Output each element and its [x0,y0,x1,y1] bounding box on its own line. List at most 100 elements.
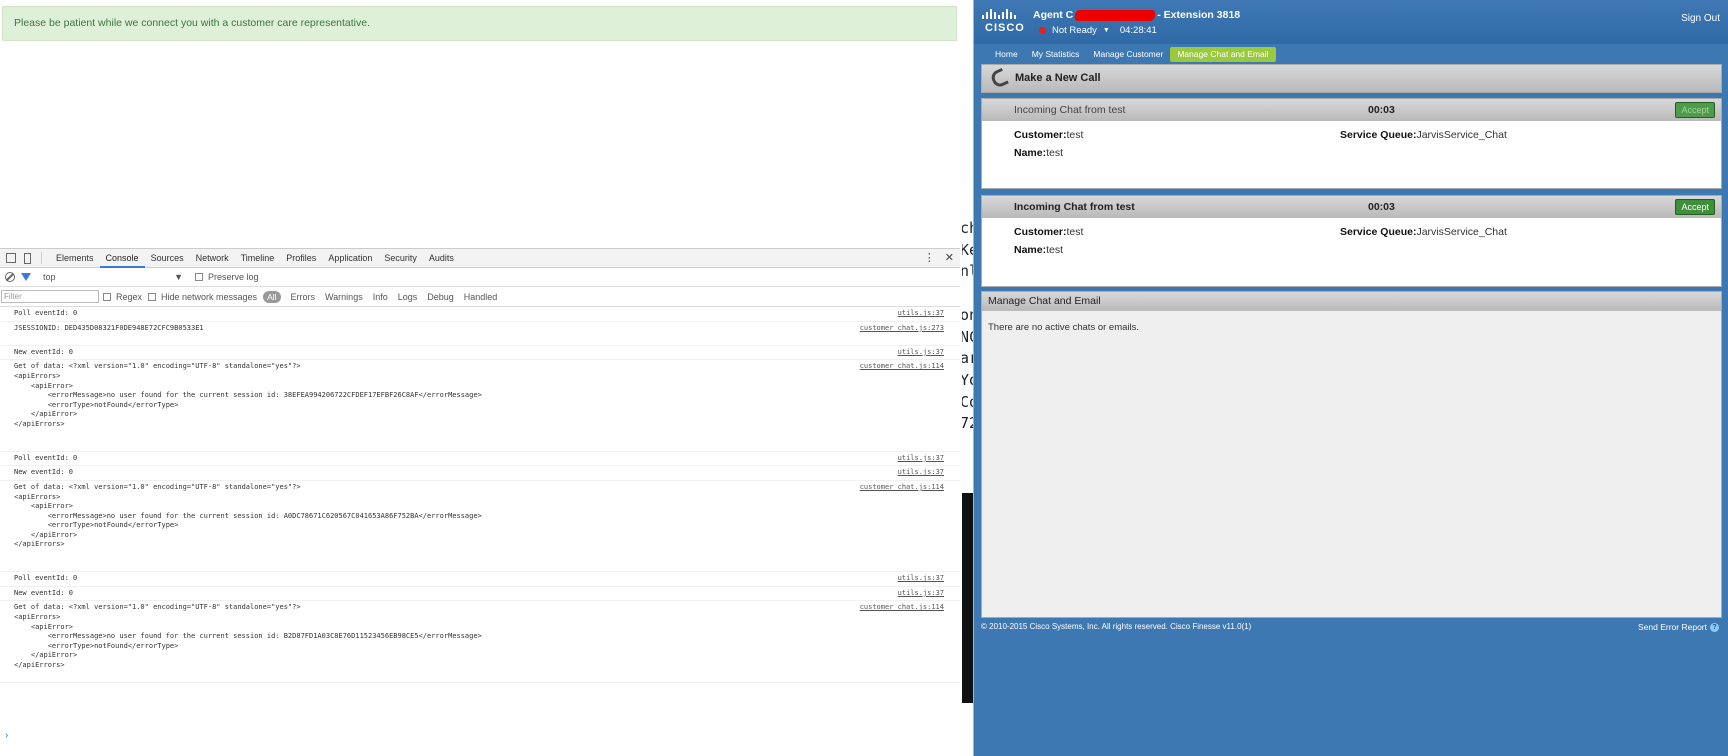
background-text: ch Ke nl on NC ar Yo Co 72 [962,218,973,435]
queue-label: Service Queue: [1340,129,1417,141]
tab-sources[interactable]: Sources [145,249,190,268]
console-message: New eventId: 0 utils.js:37 [0,587,960,602]
copyright-footer: © 2010-2015 Cisco Systems, Inc. All righ… [981,622,1252,631]
level-logs[interactable]: Logs [398,292,418,302]
nav-manage-customer[interactable]: Manage Customer [1086,47,1170,62]
device-toolbar-icon[interactable] [24,252,31,264]
source-link[interactable]: utils.js:37 [898,589,944,599]
console-messages: Poll eventId: 0 utils.js:37 JSESSIONID: DE… [0,307,960,684]
hide-network-checkbox[interactable] [148,292,157,301]
source-link[interactable]: utils.js:37 [898,454,944,464]
console-message: Get of data: <?xml version="1.0" encodin… [0,360,960,452]
agent-state: Not Ready [1052,25,1097,36]
source-link[interactable]: customer_chat.js:114 [860,603,944,613]
nav-my-statistics[interactable]: My Statistics [1025,47,1087,62]
tab-console[interactable]: Console [99,249,145,268]
inspect-icon[interactable] [6,253,16,263]
source-link[interactable]: utils.js:37 [898,468,944,478]
console-message-text: JSESSIONID: DED435D08321F0DE948E72CFC9B0… [14,323,204,332]
filter-icon[interactable] [21,273,31,281]
name-field: Name:test [1014,147,1063,159]
send-error-label: Send Error Report [1638,622,1707,632]
level-handled[interactable]: Handled [464,292,498,302]
agent-state-dropdown[interactable]: Not Ready ▼ 04:28:41 [1039,25,1157,36]
background-glyph: ch [962,219,973,237]
console-message-text: New eventId: 0 [14,347,74,356]
level-info[interactable]: Info [373,292,388,302]
source-link[interactable]: customer_chat.js:114 [860,483,944,493]
preserve-log-label: Preserve log [208,272,259,282]
background-glyph: Ke [962,240,973,259]
console-message: New eventId: 0 utils.js:37 [0,466,960,481]
regex-checkbox[interactable] [103,292,111,301]
console-message-text: New eventId: 0 [14,588,74,597]
sign-out-link[interactable]: Sign Out [1681,13,1720,24]
name-label: Name: [1014,244,1047,256]
console-prompt[interactable]: › [5,730,8,741]
level-all[interactable]: All [263,290,281,303]
nav-manage-chat-email[interactable]: Manage Chat and Email [1170,47,1276,62]
accept-button[interactable]: Accept [1675,199,1715,215]
console-message: JSESSIONID: DED435D08321F0DE948E72CFC9B0… [0,322,960,346]
console-message-text: Get of data: <?xml version="1.0" encodin… [14,362,482,428]
context-value: top [43,272,56,282]
source-link[interactable]: customer_chat.js:114 [860,362,944,372]
source-link[interactable]: utils.js:37 [898,309,944,319]
level-debug[interactable]: Debug [427,292,454,302]
filter-input[interactable]: Filter [1,290,99,303]
tab-timeline[interactable]: Timeline [235,249,281,268]
finesse-nav: Home My Statistics Manage Customer Manag… [988,47,1276,62]
customer-label: Customer: [1014,226,1067,238]
console-message: Poll eventId: 0 utils.js:37 [0,307,960,322]
agent-prefix: Agent C [1033,9,1074,21]
queue-value: JarvisService_Chat [1416,129,1507,141]
chevron-down-icon: ▼ [1102,27,1110,34]
preserve-log-checkbox[interactable] [195,273,203,281]
background-glyph [962,283,973,305]
source-link[interactable]: utils.js:37 [898,348,944,358]
tab-application[interactable]: Application [322,249,378,268]
level-errors[interactable]: Errors [291,292,316,302]
nav-home[interactable]: Home [988,47,1025,62]
context-select[interactable]: top ▼ [43,272,183,282]
source-link[interactable]: customer_chat.js:273 [860,324,944,334]
chat-card-header: Incoming Chat from test 00:03 Accept [982,99,1721,121]
cisco-logo-icon [982,9,1016,19]
devtools-panel: Elements Console Sources Network Timelin… [0,248,960,756]
hide-network-label: Hide network messages [161,291,258,302]
chat-card-header: Incoming Chat from test 00:03 Accept [982,196,1721,218]
console-toolbar: top ▼ Preserve log [0,268,960,287]
tab-profiles[interactable]: Profiles [280,249,322,268]
tab-audits[interactable]: Audits [423,249,460,268]
background-glyph: 72 [962,414,973,433]
more-menu-icon[interactable]: ⋮ [924,251,935,264]
level-warnings[interactable]: Warnings [325,292,363,302]
chat-timer: 00:03 [1368,104,1395,116]
console-message-text: Poll eventId: 0 [14,453,78,462]
console-message-text: Poll eventId: 0 [14,309,78,317]
background-glyph: Yo [962,370,973,389]
background-glyph: ar [962,349,973,368]
source-link[interactable]: utils.js:37 [898,574,944,584]
console-message-text: Poll eventId: 0 [14,574,78,583]
incoming-chat-card: Incoming Chat from test 00:03 Accept Cus… [981,98,1722,189]
tab-security[interactable]: Security [378,249,423,268]
name-label: Name: [1014,147,1047,159]
customer-value: test [1066,226,1084,238]
send-error-report-link[interactable]: Send Error Report ? [1638,622,1719,632]
make-call-label: Make a New Call [1015,72,1101,84]
console-message: Poll eventId: 0 utils.js:37 [0,452,960,467]
tab-elements[interactable]: Elements [50,249,100,268]
tab-network[interactable]: Network [190,249,235,268]
help-icon[interactable]: ? [1710,622,1719,632]
close-icon[interactable]: ✕ [945,251,954,264]
chat-timer: 00:03 [1368,201,1395,213]
queue-field: Service Queue:JarvisService_Chat [1340,226,1507,238]
wait-banner: Please be patient while we connect you w… [2,6,957,41]
make-new-call-bar[interactable]: Make a New Call [981,64,1722,93]
clear-console-icon[interactable] [5,272,15,282]
customer-field: Customer:test [1014,226,1083,238]
accept-button[interactable]: Accept [1675,102,1715,118]
console-message: Get of data: <?xml version="1.0" encodin… [0,601,960,684]
manage-chat-email-gadget: Manage Chat and Email There are no activ… [981,291,1722,618]
